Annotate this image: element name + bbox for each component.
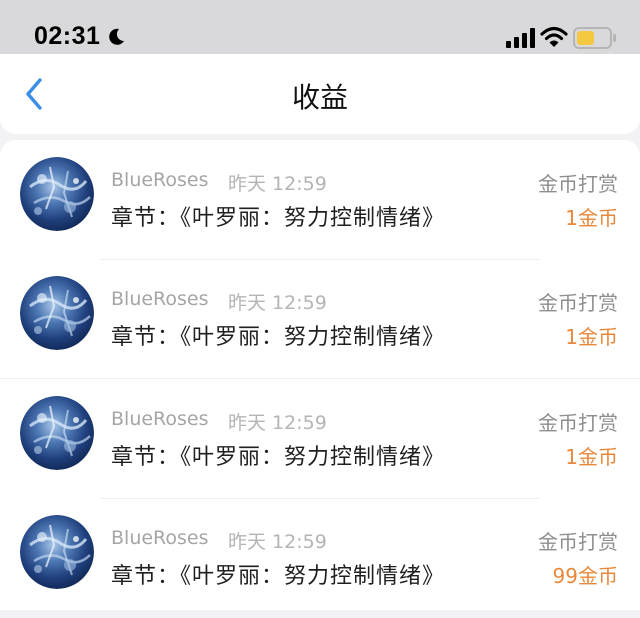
- moon-icon: [106, 27, 126, 51]
- timestamp: 昨天 12:59: [228, 292, 327, 314]
- chapter-title: 章节：《叶罗丽：努力控制情绪》: [111, 206, 446, 231]
- reward-type: 金币打赏: [538, 411, 618, 435]
- avatar[interactable]: [20, 157, 94, 231]
- avatar[interactable]: [20, 396, 94, 470]
- chapter-title: 章节：《叶罗丽：努力控制情绪》: [111, 564, 446, 589]
- username[interactable]: BlueRoses: [111, 527, 209, 549]
- signal-icon: [506, 28, 536, 52]
- reward-amount: 1金币: [565, 206, 618, 230]
- chapter-title: 章节：《叶罗丽：努力控制情绪》: [111, 445, 446, 470]
- reward-type: 金币打赏: [538, 291, 618, 315]
- timestamp: 昨天 12:59: [228, 412, 327, 434]
- username[interactable]: BlueRoses: [111, 408, 209, 430]
- battery-icon: [573, 27, 617, 53]
- username[interactable]: BlueRoses: [111, 288, 209, 310]
- status-time: 02:31: [34, 22, 101, 50]
- reward-type: 金币打赏: [538, 530, 618, 554]
- reward-amount: 99金币: [552, 564, 618, 588]
- avatar[interactable]: [20, 515, 94, 589]
- chapter-title: 章节：《叶罗丽：努力控制情绪》: [111, 325, 446, 350]
- timestamp: 昨天 12:59: [228, 531, 327, 553]
- list-item[interactable]: BlueRoses 昨天 12:59 章节：《叶罗丽：努力控制情绪》 金币打赏 …: [0, 379, 640, 499]
- wifi-icon: [540, 26, 568, 52]
- reward-amount: 1金币: [565, 445, 618, 469]
- reward-type: 金币打赏: [538, 172, 618, 196]
- page-title: 收益: [291, 81, 348, 114]
- list-item[interactable]: BlueRoses 昨天 12:59 章节：《叶罗丽：努力控制情绪》 金币打赏 …: [0, 498, 640, 618]
- status-bar: 02:31: [0, 0, 640, 58]
- list-item[interactable]: BlueRoses 昨天 12:59 章节：《叶罗丽：努力控制情绪》 金币打赏 …: [0, 140, 640, 260]
- reward-amount: 1金币: [565, 325, 618, 349]
- username[interactable]: BlueRoses: [111, 169, 209, 191]
- avatar[interactable]: [20, 276, 94, 350]
- list-item[interactable]: BlueRoses 昨天 12:59 章节：《叶罗丽：努力控制情绪》 金币打赏 …: [0, 259, 640, 379]
- nav-bar: 收益: [0, 54, 640, 134]
- timestamp: 昨天 12:59: [228, 173, 327, 195]
- earnings-list: BlueRoses 昨天 12:59 章节：《叶罗丽：努力控制情绪》 金币打赏 …: [0, 140, 640, 610]
